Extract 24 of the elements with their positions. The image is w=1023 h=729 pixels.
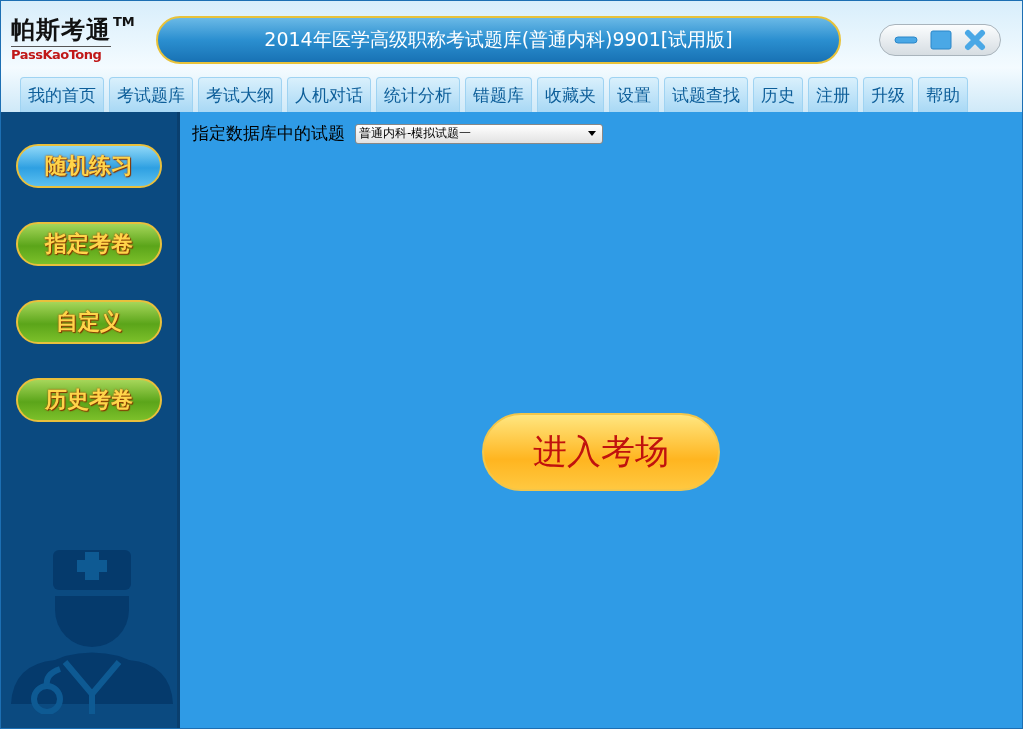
maximize-icon[interactable]	[930, 30, 952, 50]
tab[interactable]: 试题查找	[664, 77, 748, 112]
tab[interactable]: 设置	[609, 77, 659, 112]
minimize-icon[interactable]	[894, 35, 918, 45]
tab[interactable]: 历史	[753, 77, 803, 112]
close-icon[interactable]	[964, 29, 986, 51]
tab[interactable]: 考试题库	[109, 77, 193, 112]
enter-exam-button[interactable]: 进入考场	[482, 412, 720, 491]
window-title: 2014年医学高级职称考试题库(普通内科)9901[试用版]	[156, 16, 841, 64]
tab[interactable]: 升级	[863, 77, 913, 112]
tab[interactable]: 考试大纲	[198, 77, 282, 112]
tab[interactable]: 我的首页	[20, 77, 104, 112]
database-label: 指定数据库中的试题	[192, 122, 345, 145]
logo-latin-text: PassKaoTong	[11, 47, 102, 62]
tab[interactable]: 错题库	[465, 77, 532, 112]
logo-text: 帕斯考通	[11, 14, 111, 47]
tab[interactable]: 帮助	[918, 77, 968, 112]
tab[interactable]: 注册	[808, 77, 858, 112]
trademark-mark: TM	[113, 14, 135, 29]
tab[interactable]: 统计分析	[376, 77, 460, 112]
caret-icon	[588, 131, 596, 136]
database-dropdown[interactable]: 普通内科-模拟试题一	[355, 123, 603, 144]
tab[interactable]: 人机对话	[287, 77, 371, 112]
tab[interactable]: 收藏夹	[537, 77, 604, 112]
